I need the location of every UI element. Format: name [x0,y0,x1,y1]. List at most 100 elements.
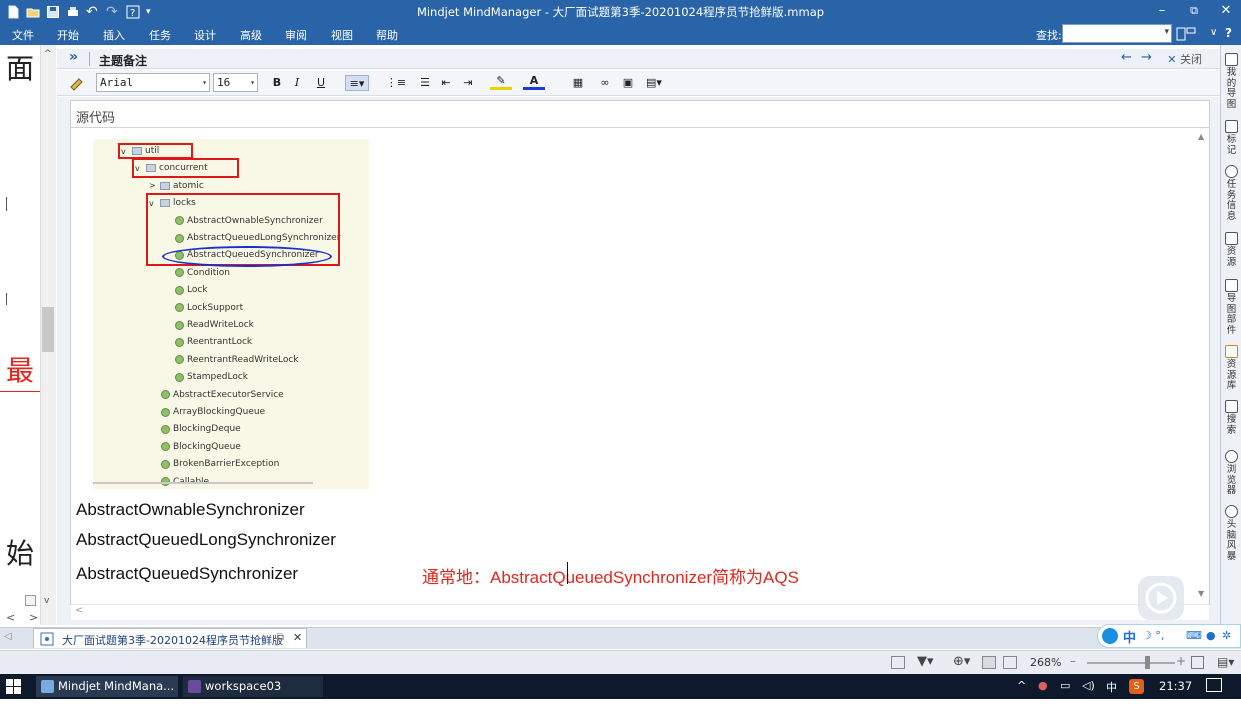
font-color-icon[interactable]: A [523,75,545,91]
decrease-indent-icon[interactable]: ⇤ [438,75,454,91]
menu-review[interactable]: 审阅 [285,27,307,43]
close-button[interactable]: ✕ [1216,2,1236,20]
image-scrollbar [93,482,313,484]
sidebar-brainstorm[interactable]: 头脑风暴 [1221,505,1241,562]
underline-button[interactable]: U [313,75,329,91]
menu-design[interactable]: 设计 [194,27,216,43]
scroll-up-icon[interactable]: ^ [44,49,52,59]
close-notes-button[interactable]: ✕ 关闭 [1167,51,1202,67]
tray-ime-indicator[interactable]: 中 [1106,679,1117,695]
italic-button[interactable]: I [289,75,305,91]
tray-battery-icon[interactable]: ▭ [1060,679,1070,692]
menu-file[interactable]: 文件 [12,27,34,43]
mindmap-canvas[interactable]: 面 最 始 ^ v < > [0,45,56,625]
next-note-icon[interactable]: → [1141,50,1152,65]
font-family-select[interactable]: Arial ▾ [96,73,210,92]
menu-home[interactable]: 开始 [57,27,79,43]
minimize-button[interactable]: – [1152,2,1172,20]
note-options-icon[interactable]: ▤▾ [643,75,665,91]
menu-advanced[interactable]: 高级 [240,27,262,43]
bold-button[interactable]: B [269,75,285,91]
sidebar-resources[interactable]: 资源 [1221,232,1241,268]
find-dropdown-icon[interactable]: ▾ [1164,27,1169,37]
bullet-list-icon[interactable]: ☰ [417,75,433,91]
editor-vertical-scrollbar[interactable]: ▲ ▼ [1196,128,1209,603]
action-center-icon[interactable] [1206,678,1222,692]
ime-symbols[interactable]: ☽ °, [1142,629,1164,642]
zoom-slider-track[interactable] [1087,662,1175,664]
editor-horizontal-scrollbar[interactable]: < [71,604,1209,620]
find-input[interactable]: ▾ [1062,24,1172,43]
header-separator [89,52,90,66]
user-icon[interactable]: ● [1206,629,1216,642]
sidebar-library[interactable]: 资源库 [1221,345,1241,392]
sidebar-task-info[interactable]: 任务信息 [1221,165,1241,222]
filter-icon[interactable]: ▼▾ [917,654,934,669]
align-left-button[interactable]: ≡▾ [345,75,369,91]
insert-table-icon[interactable]: ▦ [567,75,589,91]
sidebar-map-parts[interactable]: 导图部件 [1221,279,1241,336]
tab-scroll-left-icon[interactable]: ◁ [4,631,12,642]
font-size-select[interactable]: 16 ▾ [213,73,258,92]
insert-image-icon[interactable]: ▣ [620,75,636,91]
settings-wrench-icon[interactable]: ✲ [1222,629,1231,642]
tab-pin-icon[interactable]: ⧉ [277,632,284,643]
format-painter-icon[interactable] [69,75,85,91]
sidebar-my-maps[interactable]: 我的导图 [1221,53,1241,110]
zoom-slider-thumb[interactable] [1145,656,1150,669]
ime-toolbar[interactable]: 中 ☽ °, ⌨ ● ✲ [1097,624,1241,648]
ribbon-minimize-icon[interactable]: ∨ [1210,27,1217,38]
increase-indent-icon[interactable]: ⇥ [460,75,476,91]
notes-panel-header: » 主题备注 ← → ✕ 关闭 [57,49,1220,69]
sidebar-browser[interactable]: 浏览器 [1221,450,1241,497]
text-line: AbstractOwnableSynchronizer [76,500,305,519]
previous-note-icon[interactable]: ← [1121,50,1132,65]
taskbar-mindmanager[interactable]: Mindjet MindMana... [36,676,178,697]
insert-link-icon[interactable]: ∞ [597,75,613,91]
zoom-out-icon[interactable]: – [1070,654,1076,668]
zoom-in-icon[interactable]: + [1176,654,1186,668]
tray-volume-icon[interactable]: ◁) [1082,679,1095,692]
fit-map-icon[interactable] [25,595,36,606]
tray-sogou-icon[interactable]: S [1129,679,1144,694]
highlight-color-icon[interactable]: ✎ [490,75,512,91]
taskbar-workspace[interactable]: workspace03 [D:\d... [183,676,323,714]
tree-node-label: AbstractExecutorService [173,389,284,400]
help-circle-icon[interactable]: ? [1225,26,1232,40]
tree-node: StampedLock [175,372,248,382]
scroll-left-icon[interactable]: < [75,605,83,616]
tab-close-icon[interactable]: ✕ [293,631,302,644]
menu-insert[interactable]: 插入 [103,27,125,43]
layout-options-icon[interactable]: ▤▾ [1217,655,1234,669]
scroll-left-icon[interactable]: < [6,611,15,624]
video-overlay-badge[interactable] [1138,576,1184,620]
scroll-down-icon[interactable]: ▼ [1198,589,1204,598]
collapse-chevron-icon[interactable]: > [149,181,157,190]
menu-task[interactable]: 任务 [149,27,171,43]
view-mode-map-icon[interactable] [982,656,996,669]
sidebar-markers[interactable]: 标记 [1221,120,1241,156]
focus-topic-icon[interactable]: ⊕▾ [953,654,970,669]
map-scroll-thumb[interactable] [42,307,54,352]
tray-app-icon[interactable]: ● [1038,679,1048,692]
windows-start-icon[interactable] [6,679,21,694]
scroll-down-icon[interactable]: v [44,596,49,606]
layout-icon[interactable] [1176,27,1198,41]
tray-expand-icon[interactable]: ^ [1017,679,1026,692]
fit-window-icon[interactable] [1191,656,1204,669]
expand-panel-icon[interactable]: » [69,49,78,65]
restore-button[interactable]: ⧉ [1184,2,1204,20]
sidebar-search[interactable]: 搜索 [1221,400,1241,436]
numbered-list-icon[interactable]: ⋮≡ [385,75,407,91]
search-icon [1225,400,1238,413]
ime-mode[interactable]: 中 [1123,627,1136,646]
keyboard-icon[interactable]: ⌨ [1186,629,1202,642]
right-sidebar: 我的导图 标记 任务信息 资源 导图部件 资源库 搜索 浏览器 头脑风暴 [1220,45,1241,625]
view-mode-outline-icon[interactable] [1003,656,1017,669]
scroll-right-icon[interactable]: > [29,611,38,624]
scroll-up-icon[interactable]: ▲ [1198,132,1204,141]
map-overview-icon[interactable] [891,656,905,669]
document-tab[interactable]: 大厂面试题第3季-20201024程序员节抢鲜版 ⧉ ✕ [33,628,307,648]
menu-view[interactable]: 视图 [331,27,353,43]
menu-help[interactable]: 帮助 [376,27,398,43]
